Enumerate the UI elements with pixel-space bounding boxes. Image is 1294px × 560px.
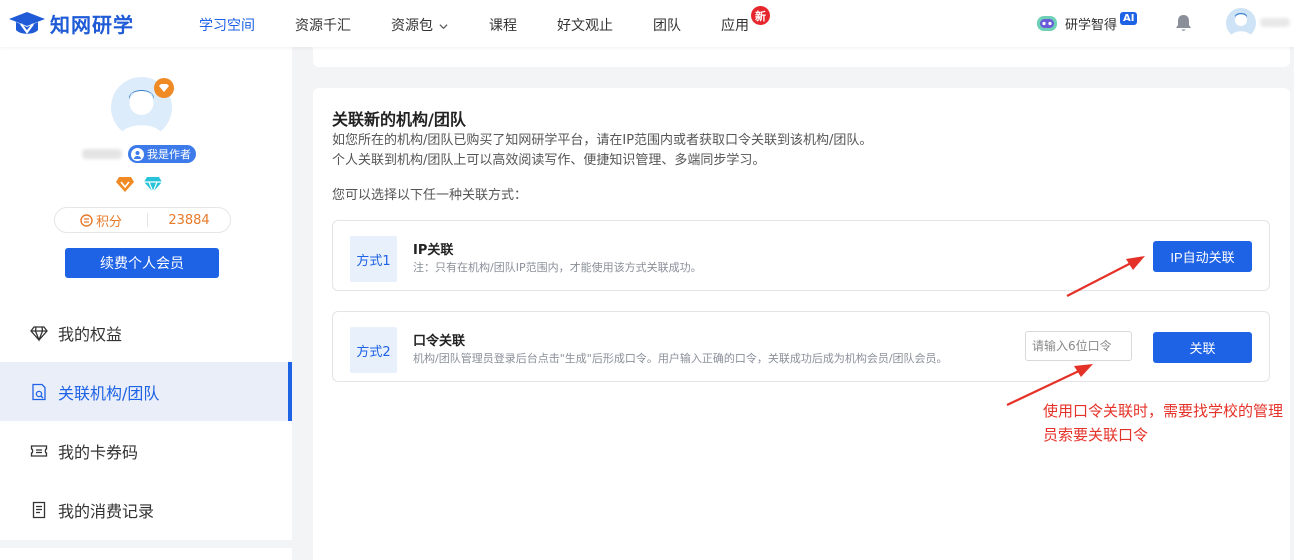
link-button[interactable]: 关联 bbox=[1153, 332, 1252, 363]
sidebar-menu: 我的权益 关联机构/团队 我的卡券码 我的消费记录 bbox=[0, 303, 292, 539]
sidebar-item-link-org[interactable]: 关联机构/团队 bbox=[0, 362, 292, 421]
ai-badge: AI bbox=[1120, 11, 1138, 25]
sidebar-bottom-panel bbox=[0, 548, 292, 560]
method-note: 机构/团队管理员登录后台点击"生成"后形成口令。用户输入正确的口令，关联成功后成… bbox=[413, 352, 948, 365]
points-label-group: 积分 bbox=[55, 213, 148, 230]
renew-membership-button[interactable]: 续费个人会员 bbox=[65, 248, 219, 278]
bell-icon[interactable] bbox=[1174, 13, 1193, 33]
cyan-diamond-icon bbox=[144, 177, 162, 193]
nav-item-study-space[interactable]: 学习空间 bbox=[199, 15, 255, 35]
nav-item-resources[interactable]: 资源千汇 bbox=[295, 15, 351, 35]
robot-icon bbox=[1037, 16, 1057, 31]
description-line-1: 如您所在的机构/团队已购买了知网研学平台，请在IP范围内或者获取口令关联到该机构… bbox=[332, 133, 873, 148]
sidebar-item-label: 关联机构/团队 bbox=[58, 383, 160, 403]
method-note: 注：只有在机构/团队IP范围内，才能使用该方式关联成功。 bbox=[413, 261, 702, 274]
points-label: 积分 bbox=[95, 214, 122, 230]
chevron-down-icon bbox=[439, 23, 448, 29]
method-tag: 方式1 bbox=[350, 236, 397, 282]
nav-item-apps[interactable]: 应用 新 bbox=[721, 6, 770, 35]
level-icons bbox=[115, 175, 163, 193]
sidebar-item-coupons[interactable]: 我的卡券码 bbox=[0, 421, 292, 480]
header-avatar[interactable] bbox=[1226, 8, 1256, 38]
user-avatar-icon bbox=[1230, 13, 1252, 38]
logo-text: 知网研学 bbox=[50, 13, 134, 37]
code-method-card: 方式2 口令关联 机构/团队管理员登录后台点击"生成"后形成口令。用户输入正确的… bbox=[332, 311, 1270, 382]
previous-card bbox=[313, 47, 1290, 67]
ticket-icon bbox=[30, 444, 48, 457]
nav-item-resource-packs[interactable]: 资源包 bbox=[391, 15, 448, 35]
sidebar-item-label: 我的卡券码 bbox=[58, 442, 139, 462]
points-value: 23884 bbox=[168, 212, 210, 228]
sidebar-item-label: 我的消费记录 bbox=[58, 501, 155, 521]
ip-auto-link-button[interactable]: IP自动关联 bbox=[1153, 241, 1252, 272]
top-navigation-bar: 知网研学 学习空间 资源千汇 资源包 课程 好文观止 团队 应用 新 研学智得 … bbox=[0, 0, 1294, 47]
nav-item-courses[interactable]: 课程 bbox=[489, 15, 517, 35]
sidebar-item-benefits[interactable]: 我的权益 bbox=[0, 303, 292, 362]
ai-assistant-label: 研学智得 bbox=[1065, 17, 1118, 33]
vip-crown-badge-icon bbox=[154, 78, 174, 98]
points-box: 积分 23884 bbox=[54, 207, 231, 233]
sidebar: 我是作者 积分 23884 续费个人会员 我的权益 关联机构/团队 我的卡券码 … bbox=[0, 47, 292, 540]
coin-icon bbox=[80, 213, 93, 227]
code-input[interactable] bbox=[1025, 331, 1132, 361]
annotation-note: 使用口令关联时，需要找学校的管理员索要关联口令 bbox=[1043, 402, 1284, 444]
ip-method-card: 方式1 IP关联 注：只有在机构/团队IP范围内，才能使用该方式关联成功。 IP… bbox=[332, 220, 1270, 291]
profile-username-blurred bbox=[82, 149, 122, 159]
orange-diamond-icon bbox=[116, 177, 134, 192]
method-name: 口令关联 bbox=[413, 334, 466, 349]
method-name: IP关联 bbox=[413, 243, 454, 258]
nav-item-apps-label: 应用 bbox=[721, 18, 749, 34]
author-icon bbox=[131, 147, 144, 161]
sidebar-item-label: 我的权益 bbox=[58, 324, 123, 344]
choose-method-text: 您可以选择以下任一种关联方式： bbox=[332, 188, 528, 203]
sidebar-item-purchase-records[interactable]: 我的消费记录 bbox=[0, 480, 292, 539]
method-tag: 方式2 bbox=[350, 327, 397, 373]
new-badge: 新 bbox=[751, 6, 770, 25]
link-org-icon bbox=[32, 383, 46, 400]
nav-item-resource-packs-label: 资源包 bbox=[391, 18, 433, 34]
header-username-blurred bbox=[1260, 18, 1290, 27]
author-tag[interactable]: 我是作者 bbox=[128, 145, 196, 163]
description-line-2: 个人关联到机构/团队上可以高效阅读写作、便捷知识管理、多端同步学习。 bbox=[332, 153, 766, 168]
logo[interactable]: 知网研学 bbox=[8, 9, 134, 38]
author-tag-label: 我是作者 bbox=[147, 148, 191, 161]
nav-item-team[interactable]: 团队 bbox=[653, 15, 681, 35]
logo-cap-icon bbox=[9, 11, 45, 34]
receipt-icon bbox=[32, 501, 46, 518]
nav-item-articles[interactable]: 好文观止 bbox=[557, 15, 613, 35]
diamond-icon bbox=[30, 325, 48, 342]
ai-assistant-entry[interactable]: 研学智得 AI bbox=[1035, 11, 1138, 34]
page-title: 关联新的机构/团队 bbox=[332, 110, 466, 129]
